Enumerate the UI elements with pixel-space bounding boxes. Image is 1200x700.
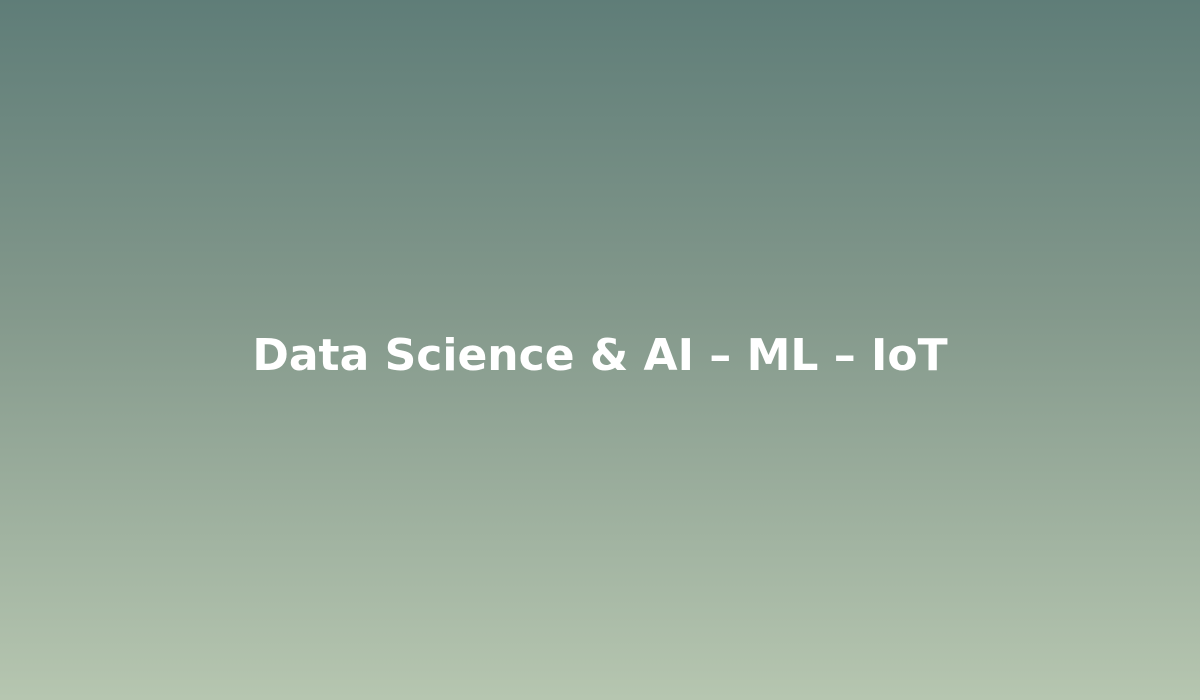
hero-banner: Data Science & AI – ML – IoT <box>0 0 1200 700</box>
hero-title: Data Science & AI – ML – IoT <box>252 330 948 381</box>
